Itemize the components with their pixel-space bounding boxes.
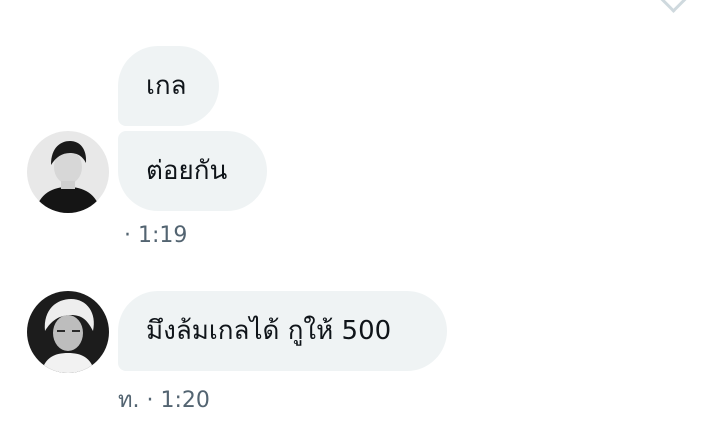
message-text: ต่อยกัน xyxy=(146,156,228,186)
message-bubble[interactable]: เกล xyxy=(118,46,219,126)
message-timestamp: ท. · 1:20 xyxy=(118,388,210,413)
message-bubble[interactable]: มึงล้มเกลได้ กูให้ 500 xyxy=(118,291,447,371)
avatar[interactable] xyxy=(27,131,109,213)
message-text: เกล xyxy=(146,71,187,101)
message-bubble[interactable]: ต่อยกัน xyxy=(118,131,267,211)
chevron-down-icon[interactable] xyxy=(660,0,687,13)
avatar[interactable] xyxy=(27,291,109,373)
user-avatar-photo-dark-hair-icon xyxy=(27,131,109,213)
user-avatar-photo-light-hair-icon xyxy=(27,291,109,373)
message-timestamp: · 1:19 xyxy=(124,223,188,248)
message-text: มึงล้มเกลได้ กูให้ 500 xyxy=(146,316,392,346)
